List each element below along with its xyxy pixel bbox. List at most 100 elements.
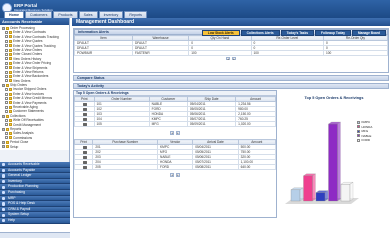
expand-icon[interactable]: [5, 123, 8, 127]
print-icon[interactable]: [82, 150, 87, 154]
print-icon[interactable]: [82, 165, 87, 169]
table-cell: 05/09/2011: [186, 121, 237, 127]
expand-icon[interactable]: +: [2, 114, 5, 118]
legend-swatch: [357, 125, 360, 129]
tab-low-stock[interactable]: Low Stock Alerts: [201, 30, 240, 36]
expand-icon[interactable]: +: [2, 127, 5, 131]
chart-bar[interactable]: [340, 181, 354, 202]
expand-icon[interactable]: [5, 31, 8, 35]
table-cell: MFG: [148, 121, 188, 127]
expand-icon[interactable]: [5, 136, 8, 140]
expand-icon[interactable]: [5, 61, 8, 65]
tab-followup[interactable]: Followup Today: [315, 30, 352, 36]
expand-icon[interactable]: +: [2, 145, 5, 149]
expand-icon[interactable]: [5, 66, 8, 70]
print-icon[interactable]: [82, 155, 87, 159]
print-icon[interactable]: [83, 102, 88, 106]
alerts-title-text: Information Alerts: [78, 30, 109, 34]
expand-icon[interactable]: [5, 79, 8, 83]
expand-icon[interactable]: [5, 39, 8, 43]
po-table: Print Purchase Number Vendor Arrival Date Am…: [73, 139, 277, 170]
expand-icon[interactable]: [5, 88, 8, 92]
legend-label: HONDA: [361, 124, 373, 129]
expand-icon[interactable]: +: [2, 83, 5, 87]
expand-icon[interactable]: [5, 70, 8, 74]
nav-tab-products[interactable]: Products: [53, 11, 78, 18]
folder-icon: [6, 145, 9, 149]
alert-tabs: Low Stock Alerts Collections Alerts Toda…: [201, 30, 386, 36]
nav-tab-sales[interactable]: Sales: [78, 11, 98, 18]
table-row[interactable]: 205 FORD 05/08/2011 640.00: [73, 164, 277, 170]
nav-tab-inventory[interactable]: Inventory: [98, 11, 124, 18]
orders-pager-next-icon[interactable]: ▸: [176, 131, 180, 135]
expand-icon[interactable]: [5, 74, 8, 78]
po-pager-prev-icon[interactable]: ◂: [170, 173, 174, 177]
chart-bar[interactable]: [303, 173, 316, 202]
module-icon: [2, 179, 6, 184]
expand-icon[interactable]: [5, 105, 8, 109]
folder-icon: [9, 118, 12, 122]
print-icon[interactable]: [83, 117, 88, 121]
today-activity-panel: Top 5 Open Orders & Receivings Print Orde…: [73, 90, 277, 218]
expand-icon[interactable]: [5, 35, 8, 39]
module-icon: [2, 202, 6, 206]
expand-icon[interactable]: +: [2, 26, 5, 30]
print-icon[interactable]: [82, 160, 87, 164]
table-row[interactable]: 105 MFG 05/09/2011 1,020.00: [74, 121, 276, 127]
nav-tab-customers[interactable]: Customers: [25, 11, 53, 18]
print-icon[interactable]: [83, 122, 88, 126]
folder-icon: [9, 110, 12, 114]
chart-bar[interactable]: [315, 190, 329, 202]
tree-item-label: Setup: [10, 144, 19, 149]
tab-collections[interactable]: Collections Alerts: [240, 30, 280, 36]
print-icon[interactable]: [82, 145, 87, 149]
print-icon[interactable]: [83, 107, 88, 111]
chart-bar[interactable]: [290, 187, 304, 202]
expand-icon[interactable]: [5, 44, 8, 48]
module-menu-label: POS & Help Desk: [8, 201, 35, 206]
folder-icon: [9, 44, 12, 48]
expand-icon[interactable]: +: [2, 140, 5, 144]
folder-icon: [6, 140, 9, 144]
compare-status: Compare Status: [73, 75, 389, 81]
tab-todays-tasks[interactable]: Today's Tasks: [280, 30, 314, 36]
po-pager-next-icon[interactable]: ▸: [176, 173, 180, 177]
module-icon: [2, 168, 6, 172]
pager-next-icon[interactable]: ▸: [232, 56, 236, 61]
module-menu-label: Purchasing: [8, 189, 25, 194]
module-menu-item[interactable]: Help: [0, 217, 70, 224]
expand-icon[interactable]: [5, 132, 8, 136]
table-row[interactable]: POWBIUR FASTENR 100 100 100: [74, 50, 389, 56]
table-cell: 100: [188, 50, 252, 56]
chart-bar[interactable]: [328, 121, 341, 202]
module-icon: [2, 185, 6, 189]
expand-icon[interactable]: [5, 96, 8, 100]
alerts-pager: ◂ ▸: [74, 56, 388, 61]
expand-icon[interactable]: [5, 53, 8, 57]
nav-tab-home[interactable]: Home: [4, 11, 24, 18]
main-content: Management Dashboard Information Alerts …: [72, 18, 390, 220]
expand-icon[interactable]: [5, 57, 8, 61]
nav-tab-reports[interactable]: Reports: [124, 11, 147, 18]
alerts-panel: Information Alerts Low Stock Alerts Coll…: [73, 28, 389, 73]
module-menu-label: Help: [8, 217, 15, 222]
sidebar: Accounts Receivable + Order Processing Ent…: [0, 18, 70, 238]
expand-icon[interactable]: [5, 110, 8, 114]
orders-pager-prev-icon[interactable]: ◂: [170, 131, 174, 135]
pager-prev-icon[interactable]: ◂: [226, 56, 230, 61]
module-icon: [2, 174, 6, 178]
expand-icon[interactable]: [5, 118, 8, 122]
top-banner: ERP Portal Integrated Business Solution H…: [0, 0, 390, 18]
legend-item: FORD: [357, 138, 387, 143]
print-icon[interactable]: [83, 112, 88, 116]
expand-icon[interactable]: [5, 101, 8, 105]
tree-item[interactable]: + Setup: [2, 145, 68, 149]
table-cell: [73, 164, 94, 170]
module-menu-label: MRP: [8, 195, 16, 200]
alerts-title: Information Alerts Low Stock Alerts Coll…: [74, 29, 388, 36]
folder-icon: [9, 132, 12, 136]
expand-icon[interactable]: [5, 48, 8, 52]
module-menu-label: Production Planning: [8, 184, 39, 189]
expand-icon[interactable]: [5, 92, 8, 96]
tab-manage-board[interactable]: Manage Board: [352, 30, 386, 36]
